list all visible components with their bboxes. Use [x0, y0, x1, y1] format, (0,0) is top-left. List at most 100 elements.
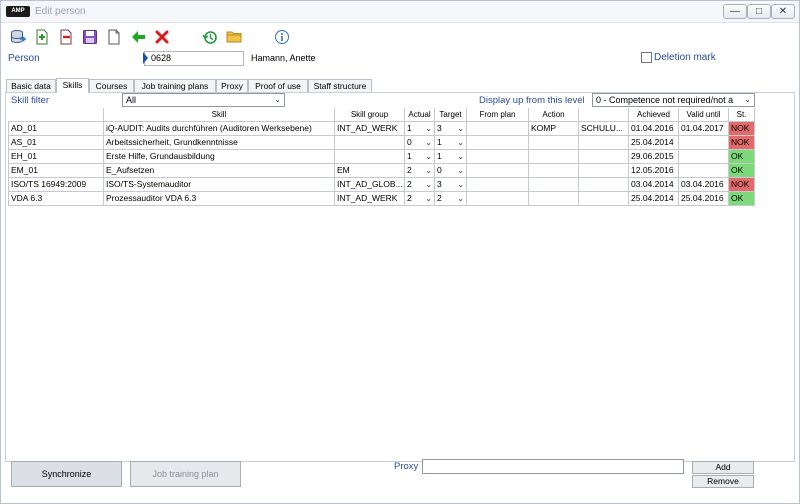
cell-actual-dropdown[interactable]: 1 ⌄ [405, 122, 435, 136]
cell-code[interactable]: VDA 6.3 [8, 192, 104, 206]
document-icon[interactable] [106, 29, 122, 45]
cell-target-dropdown-text: 0 [437, 165, 442, 175]
save-icon[interactable] [82, 29, 98, 45]
back-arrow-icon[interactable] [130, 29, 146, 45]
tab-staff-structure[interactable]: Staff structure [308, 79, 372, 93]
job-training-plan-button[interactable]: Job training plan [130, 461, 241, 487]
cell-valid-until [679, 136, 729, 150]
column-header-actual[interactable]: Actual [405, 108, 435, 122]
cell-action-detail-text: SCHULU... [581, 123, 624, 133]
close-icon: ✕ [778, 6, 788, 17]
cell-action-detail [579, 136, 629, 150]
tab-proof-of-use[interactable]: Proof of use [248, 79, 308, 93]
display-level-dropdown[interactable]: 0 - Competence not required/not a ⌄ [592, 93, 755, 107]
chevron-down-icon: ⌄ [457, 166, 464, 175]
cell-skill[interactable]: E_Aufsetzen [104, 164, 335, 178]
cell-skill-group: INT_AD_WERK [335, 192, 405, 206]
table-row[interactable]: AD_01 iQ-AUDIT: Audits durchführen (Audit… [8, 122, 757, 136]
database-icon[interactable] [10, 29, 26, 45]
cancel-icon[interactable] [154, 29, 170, 45]
cell-actual-dropdown-text: 1 [407, 151, 412, 161]
cell-actual-dropdown[interactable]: 1 ⌄ [405, 150, 435, 164]
cell-actual-dropdown[interactable]: 2 ⌄ [405, 192, 435, 206]
cell-skill[interactable]: ISO/TS-Systemauditor [104, 178, 335, 192]
cell-skill[interactable]: Arbeitssicherheit, Grundkenntnisse [104, 136, 335, 150]
column-header-skill-group[interactable]: Skill group [335, 108, 405, 122]
remove-button[interactable]: Remove [692, 475, 754, 488]
delete-record-icon[interactable] [58, 29, 74, 45]
proxy-input[interactable] [422, 459, 684, 474]
cell-target-dropdown[interactable]: 1 ⌄ [435, 136, 467, 150]
column-header-code[interactable] [8, 108, 104, 122]
table-row[interactable]: ISO/TS 16949:2009 ISO/TS-Systemauditor INT… [8, 178, 757, 192]
cell-skill[interactable]: iQ-AUDIT: Audits durchführen (Auditoren … [104, 122, 335, 136]
cell-code[interactable]: EH_01 [8, 150, 104, 164]
cell-skill[interactable]: Erste Hilfe, Grundausbildung [104, 150, 335, 164]
cell-code[interactable]: ISO/TS 16949:2009 [8, 178, 104, 192]
cell-achieved: 29.06.2015 [629, 150, 679, 164]
cell-target-dropdown-text: 3 [437, 179, 442, 189]
column-header-action[interactable]: Action [529, 108, 579, 122]
cell-actual-dropdown[interactable]: 0 ⌄ [405, 136, 435, 150]
cell-achieved: 25.04.2014 [629, 136, 679, 150]
cell-from-plan [467, 192, 529, 206]
cell-target-dropdown[interactable]: 2 ⌄ [435, 192, 467, 206]
add-button[interactable]: Add [692, 461, 754, 474]
table-row[interactable]: EM_01 E_Aufsetzen EM 2 ⌄ 0 ⌄ 12.05.2016 OK [8, 164, 757, 178]
cell-achieved-text: 12.05.2016 [631, 165, 674, 175]
column-header-from-plan[interactable]: From plan [467, 108, 529, 122]
column-header-target[interactable]: Target [435, 108, 467, 122]
cell-code-text: EH_01 [11, 151, 37, 161]
column-header-valid-until[interactable]: Valid until [679, 108, 729, 122]
cell-code-text: EM_01 [11, 165, 38, 175]
cell-target-dropdown[interactable]: 3 ⌄ [435, 178, 467, 192]
chevron-down-icon: ⌄ [744, 95, 751, 104]
cell-skill[interactable]: Prozessauditor VDA 6.3 [104, 192, 335, 206]
cell-achieved-text: 03.04.2014 [631, 179, 674, 189]
history-icon[interactable] [202, 29, 218, 45]
maximize-button[interactable]: □ [747, 4, 771, 19]
column-header-action-detail[interactable] [579, 108, 629, 122]
table-row[interactable]: EH_01 Erste Hilfe, Grundausbildung 1 ⌄ 1 ⌄ 29.… [8, 150, 757, 164]
person-id-field[interactable]: 0628 [144, 51, 244, 66]
column-header-achieved[interactable]: Achieved [629, 108, 679, 122]
cell-action-detail [579, 192, 629, 206]
cell-code[interactable]: AS_01 [8, 136, 104, 150]
folder-icon[interactable] [226, 29, 242, 45]
cell-code-text: VDA 6.3 [11, 193, 43, 203]
cell-status-text: OK [731, 151, 744, 161]
tab-courses[interactable]: Courses [89, 79, 134, 93]
cell-target-dropdown[interactable]: 1 ⌄ [435, 150, 467, 164]
skill-filter-dropdown[interactable]: All ⌄ [122, 93, 285, 107]
info-icon[interactable] [274, 29, 290, 45]
column-header-status[interactable]: St. [729, 108, 755, 122]
title-bar: AMP Edit person — □ ✕ [1, 1, 799, 23]
table-row[interactable]: VDA 6.3 Prozessauditor VDA 6.3 INT_AD_WERK… [8, 192, 757, 206]
cell-skill-group-text: INT_AD_WERK [337, 193, 398, 203]
chevron-down-icon: ⌄ [425, 124, 432, 133]
close-window-button[interactable]: ✕ [771, 4, 795, 19]
grid-header-row: Skill Skill group Actual Target From pla… [8, 108, 757, 122]
cell-target-dropdown[interactable]: 3 ⌄ [435, 122, 467, 136]
cell-skill-text: Erste Hilfe, Grundausbildung [106, 151, 215, 161]
cell-action-detail [579, 150, 629, 164]
tab-job-training-plans[interactable]: Job training plans [134, 79, 216, 93]
cell-code[interactable]: EM_01 [8, 164, 104, 178]
cell-actual-dropdown[interactable]: 2 ⌄ [405, 178, 435, 192]
deletion-mark-checkbox[interactable] [641, 52, 652, 63]
cell-status: NOK [729, 122, 755, 136]
cell-code[interactable]: AD_01 [8, 122, 104, 136]
cell-skill-text: Prozessauditor VDA 6.3 [106, 193, 197, 203]
tab-basic-data[interactable]: Basic data [6, 79, 56, 93]
table-row[interactable]: AS_01 Arbeitssicherheit, Grundkenntnisse 0… [8, 136, 757, 150]
cell-actual-dropdown[interactable]: 2 ⌄ [405, 164, 435, 178]
minimize-button[interactable]: — [723, 4, 747, 19]
tab-skills[interactable]: Skills [56, 78, 89, 93]
new-record-icon[interactable] [34, 29, 50, 45]
synchronize-button[interactable]: Synchronize [11, 461, 122, 487]
cell-valid-until: 25.04.2016 [679, 192, 729, 206]
cell-achieved: 12.05.2016 [629, 164, 679, 178]
cell-target-dropdown[interactable]: 0 ⌄ [435, 164, 467, 178]
tab-proxy[interactable]: Proxy [216, 79, 248, 93]
column-header-skill[interactable]: Skill [104, 108, 335, 122]
